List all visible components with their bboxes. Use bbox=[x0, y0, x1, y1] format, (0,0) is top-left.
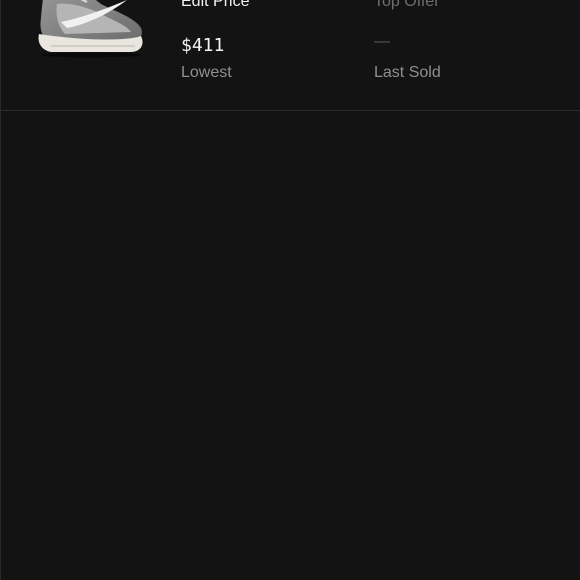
top-offer-label: Top Offer bbox=[374, 0, 440, 10]
last-sold-label: Last Sold bbox=[374, 64, 441, 81]
last-sold-value: — bbox=[374, 33, 390, 50]
listing-screen: Edit Price Top Offer $411 Lowest — Last … bbox=[0, 0, 580, 580]
shoe-shadow-shape bbox=[41, 52, 141, 58]
lowest-price-label: Lowest bbox=[181, 64, 232, 81]
edit-price-link[interactable]: Edit Price bbox=[181, 0, 249, 12]
listing-row: Edit Price Top Offer $411 Lowest — Last … bbox=[1, 0, 580, 111]
product-thumbnail[interactable] bbox=[31, 0, 149, 58]
lowest-price-value: $411 bbox=[181, 35, 225, 56]
